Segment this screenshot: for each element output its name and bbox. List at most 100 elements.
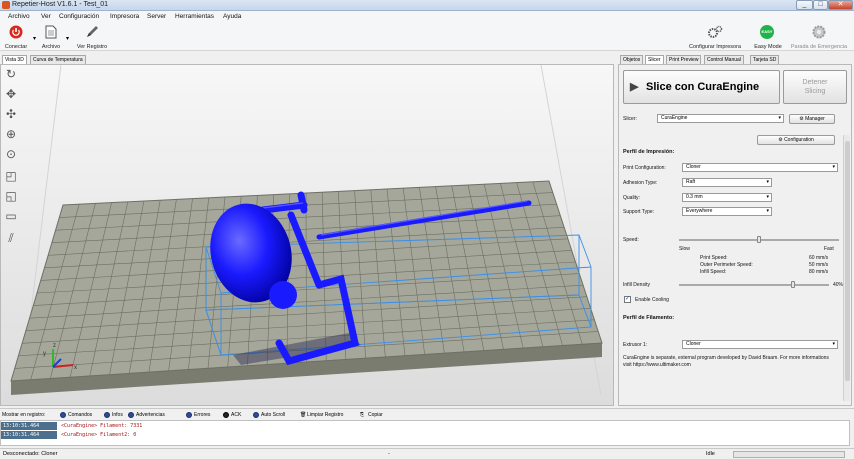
tab-3d-view[interactable]: Vista 3D (2, 55, 27, 64)
log-timestamp: 13:10:31.464 (1, 431, 57, 439)
slicer-select[interactable]: CuraEngine ▾ (657, 114, 784, 123)
adhesion-select[interactable]: Raft ▾ (682, 178, 772, 187)
manager-button[interactable]: ⚙ Manager (789, 114, 835, 124)
close-button[interactable]: ✕ (828, 0, 853, 10)
parallel-lines-icon[interactable]: ⫽ (4, 231, 18, 245)
clear-log-button[interactable]: Limpiar Registro (307, 412, 343, 418)
stop-slicing-line1: Detener (802, 79, 828, 86)
print-config-select[interactable]: Cloner ▾ (682, 163, 838, 172)
menu-ver[interactable]: Ver (41, 13, 51, 20)
model-joint (269, 281, 297, 309)
iso-view-icon[interactable]: ◰ (4, 169, 18, 183)
infill-density-slider-thumb[interactable] (791, 281, 795, 288)
errors-toggle[interactable]: Errores (194, 412, 210, 418)
front-view-icon[interactable]: ◱ (4, 189, 18, 203)
status-bar: Desconectado: Cloner - Idle (0, 448, 854, 459)
minimize-button[interactable]: _ (796, 0, 813, 10)
panel-scroll-thumb[interactable] (845, 141, 850, 381)
3d-scene[interactable]: y x z (1, 65, 614, 406)
top-view-icon[interactable]: ▭ (4, 209, 18, 223)
emergency-gear-icon (812, 25, 826, 39)
slice-button[interactable]: ▶ Slice con CuraEngine (623, 70, 780, 104)
infos-toggle[interactable]: Infos (112, 412, 123, 418)
copy-icon[interactable]: ⎘ (360, 412, 364, 418)
rotate-icon[interactable]: ↻ (4, 67, 18, 81)
chevron-down-icon: ▾ (766, 179, 769, 185)
move-icon[interactable]: ✥ (4, 87, 18, 101)
autoscroll-toggle[interactable]: Auto Scroll (261, 412, 285, 418)
menu-server[interactable]: Server (147, 13, 166, 20)
svg-text:z: z (53, 343, 56, 349)
tab-manual-control[interactable]: Control Manual (704, 55, 744, 64)
warnings-toggle[interactable]: Advertencias (136, 412, 165, 418)
extruder-select[interactable]: Cloner ▾ (682, 340, 838, 349)
errors-toggle-icon[interactable] (186, 412, 192, 418)
file-label: Archivo (41, 44, 61, 50)
view-log-button[interactable]: Ver Registro (72, 24, 112, 50)
infos-toggle-icon[interactable] (104, 412, 110, 418)
app-icon (2, 1, 10, 9)
infill-density-label: Infill Density (623, 282, 650, 288)
warnings-toggle-icon[interactable] (128, 412, 134, 418)
log-list[interactable]: 13:10:31.464 <CuraEngine> Filament: 7331… (0, 420, 850, 446)
commands-toggle[interactable]: Comandos (68, 412, 92, 418)
chevron-down-icon: ▾ (832, 164, 835, 170)
ack-toggle[interactable]: ACK (231, 412, 241, 418)
trash-icon[interactable]: 🗑 (300, 412, 306, 418)
log-toolbar: Mostrar en registro: Comandos Infos Adve… (0, 408, 854, 420)
slicer-panel: ▶ Slice con CuraEngine Detener Slicing S… (618, 64, 852, 406)
manager-label: Manager (805, 116, 825, 122)
panel-scrollbar[interactable] (843, 135, 850, 401)
chevron-down-icon: ▾ (778, 115, 781, 121)
connect-label: Conectar (4, 44, 28, 50)
log-message: <CuraEngine> Filament: 7331 (61, 423, 143, 429)
speed-slider-thumb[interactable] (757, 236, 761, 243)
menu-archivo[interactable]: Archivo (8, 13, 30, 20)
commands-toggle-icon[interactable] (60, 412, 66, 418)
connect-dropdown-icon[interactable]: ▾ (33, 35, 36, 42)
view-log-label: Ver Registro (76, 44, 108, 50)
zoom-in-icon[interactable]: ⊕ (4, 127, 18, 141)
3d-viewport[interactable]: y x z (0, 64, 614, 406)
stop-slicing-button[interactable]: Detener Slicing (783, 70, 847, 104)
menu-ayuda[interactable]: Ayuda (223, 13, 241, 20)
tab-slicer[interactable]: Slicer (645, 55, 664, 64)
infill-density-slider[interactable] (679, 284, 829, 286)
outer-speed-label: Outer Perimeter Speed: (700, 262, 753, 268)
ack-toggle-icon[interactable] (223, 412, 229, 418)
quality-label: Quality: (623, 195, 640, 201)
support-select[interactable]: Everywhere ▾ (682, 207, 772, 216)
window-title: Repetier-Host V1.6.1 - Test_01 (12, 1, 108, 8)
autoscroll-toggle-icon[interactable] (253, 412, 259, 418)
gears-icon (708, 25, 723, 38)
configure-printer-label: Configurar Impresora (689, 44, 741, 50)
tab-sd-card[interactable]: Tarjeta SD (750, 55, 780, 64)
menu-herramientas[interactable]: Herramientas (175, 13, 214, 20)
quality-select[interactable]: 0.3 mm ▾ (682, 193, 772, 202)
emergency-stop-button[interactable]: Parada de Emergencia (786, 24, 852, 50)
copy-button[interactable]: Copiar (368, 412, 383, 418)
zoom-fit-icon[interactable]: ⊙ (4, 147, 18, 161)
maximize-button[interactable]: □ (813, 0, 828, 10)
move-object-icon[interactable]: ✣ (4, 107, 18, 121)
file-dropdown-icon[interactable]: ▾ (66, 35, 69, 42)
file-button[interactable]: Archivo (38, 24, 64, 50)
easy-mode-button[interactable]: EASY Easy Mode (750, 24, 786, 50)
tab-print-preview[interactable]: Print Preview (666, 55, 702, 64)
slicer-label: Slicer: (623, 116, 637, 122)
stop-slicing-line2: Slicing (804, 88, 826, 95)
configuration-button[interactable]: ⚙ Configuration (757, 135, 835, 145)
document-icon (45, 25, 57, 39)
menu-impresora[interactable]: Impresora (110, 13, 139, 20)
tab-objects[interactable]: Objetos (620, 55, 644, 64)
tab-temperature-curve[interactable]: Curva de Temperatura (30, 55, 86, 64)
slice-button-label: Slice con CuraEngine (646, 81, 760, 93)
menu-configuracion[interactable]: Configuración (59, 13, 99, 20)
connect-button[interactable]: Conectar (1, 24, 31, 50)
configure-printer-button[interactable]: Configurar Impresora (684, 24, 746, 50)
enable-cooling-label: Enable Cooling (635, 297, 669, 303)
chevron-down-icon: ▾ (766, 194, 769, 200)
chevron-down-icon: ▾ (766, 208, 769, 214)
enable-cooling-checkbox[interactable]: ✓ (624, 296, 631, 303)
view-tools: ↻ ✥ ✣ ⊕ ⊙ ◰ ◱ ▭ ⫽ (1, 65, 21, 265)
